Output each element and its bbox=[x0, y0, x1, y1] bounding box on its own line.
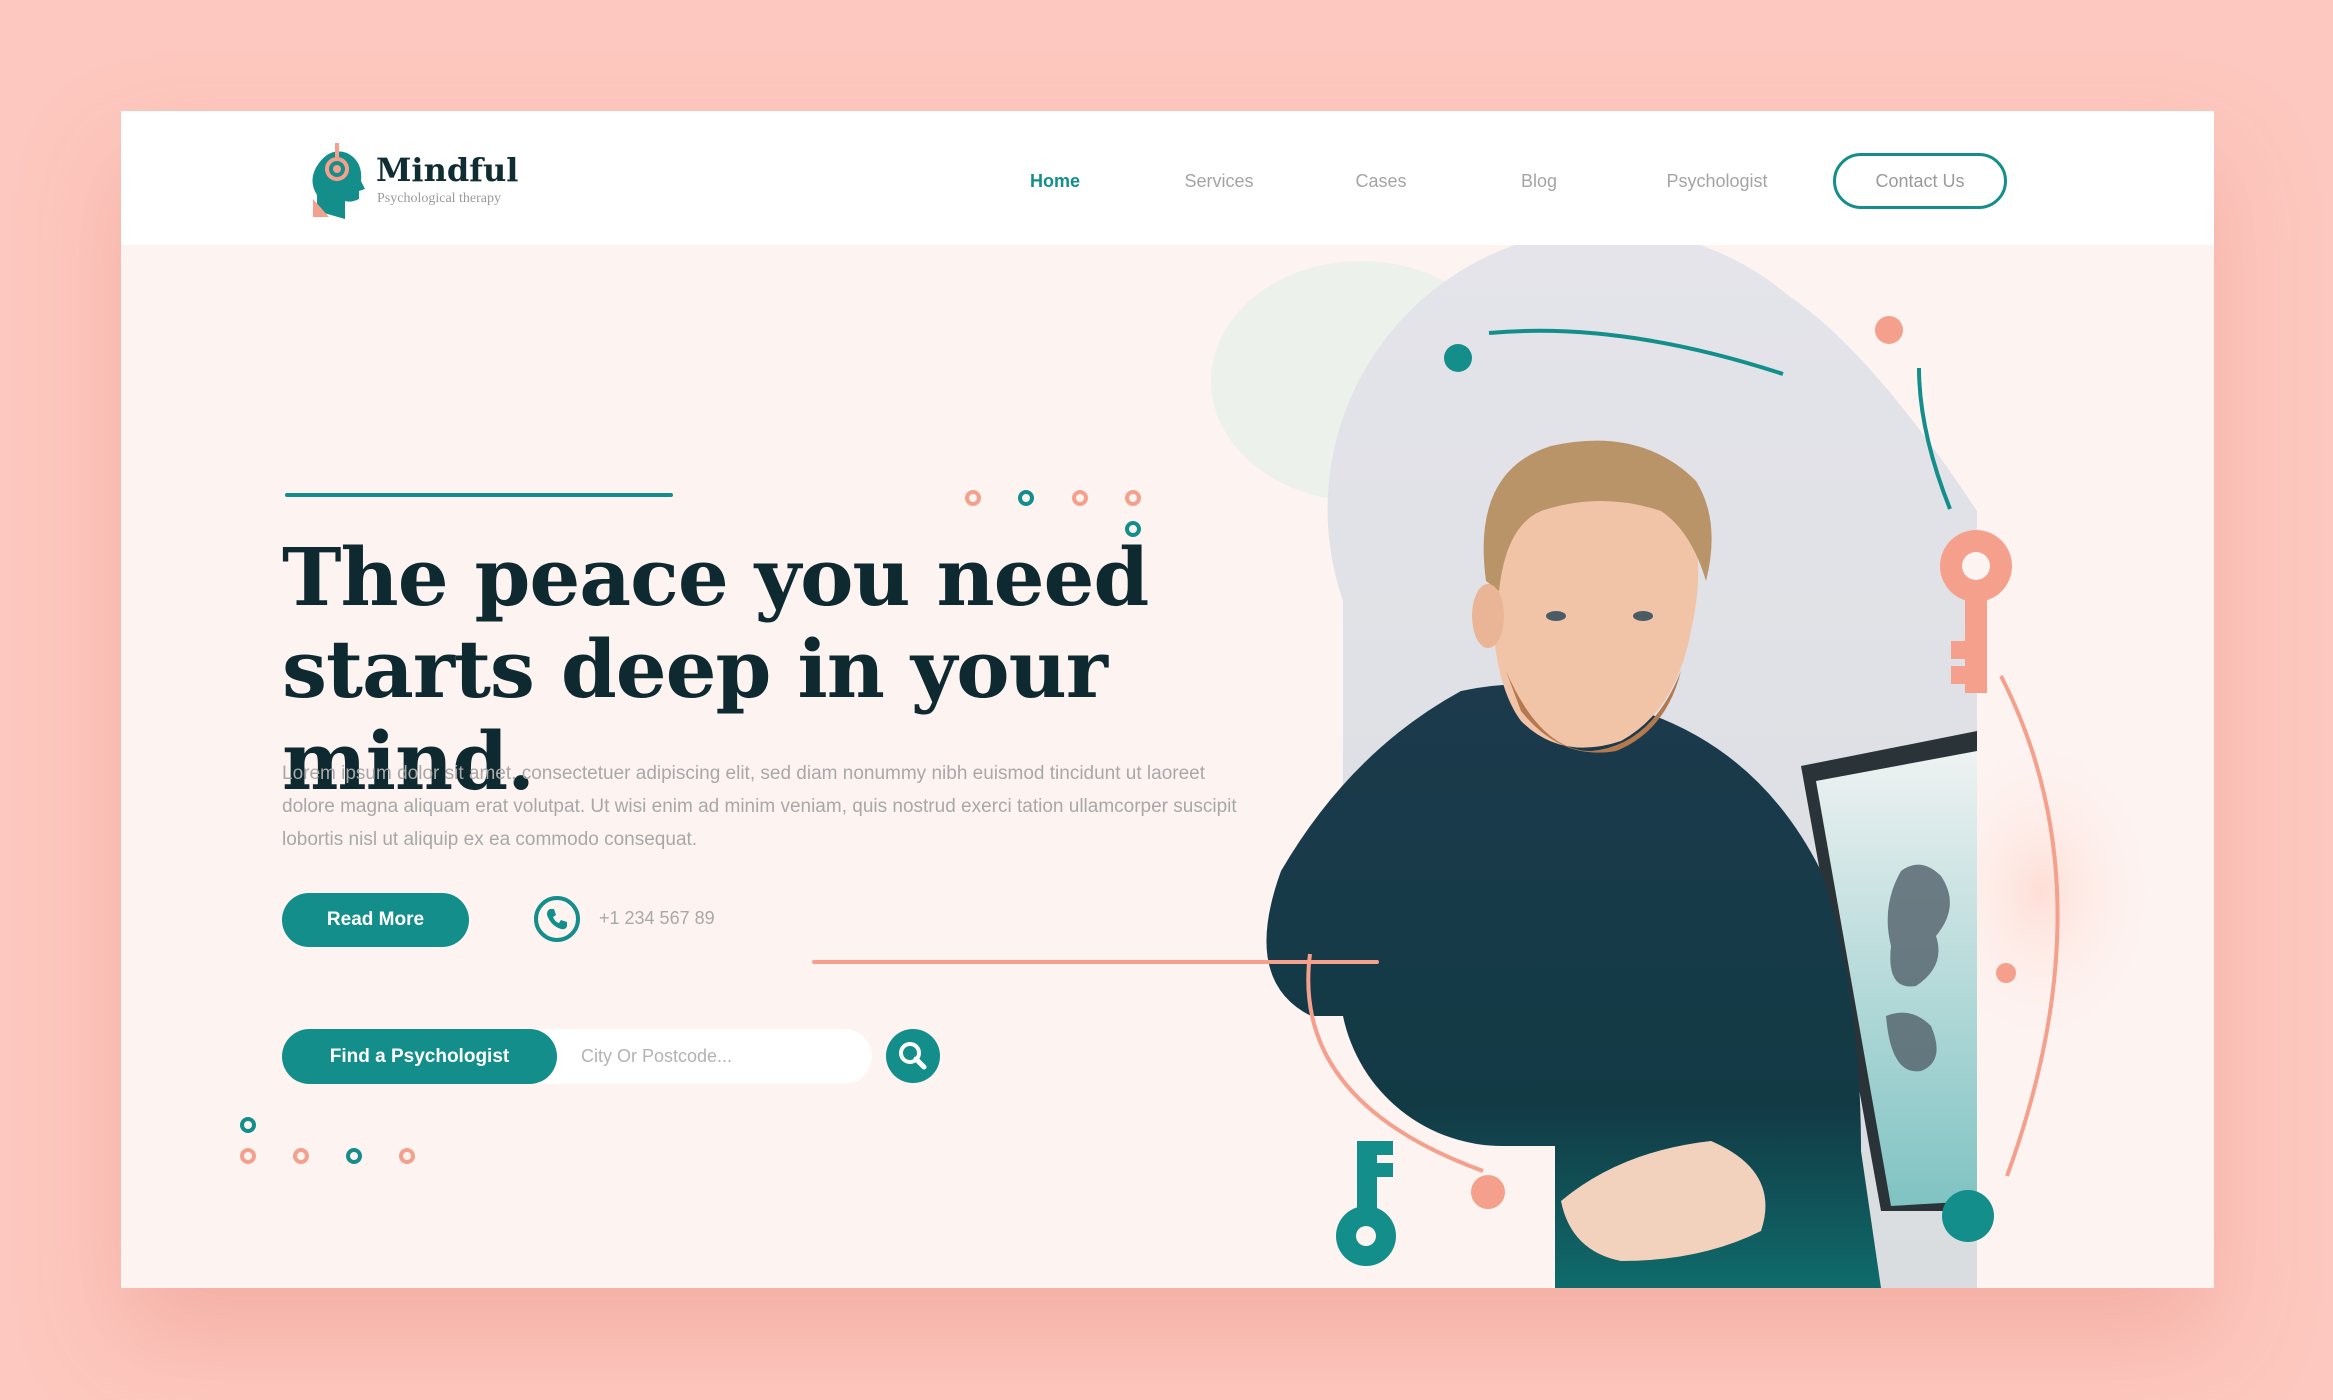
contact-us-button[interactable]: Contact Us bbox=[1833, 153, 2007, 209]
search-button[interactable] bbox=[885, 1028, 941, 1084]
phone-number[interactable]: +1 234 567 89 bbox=[599, 908, 715, 929]
logo[interactable]: Mindful Psychological therapy bbox=[311, 139, 541, 219]
nav-services[interactable]: Services bbox=[1184, 171, 1253, 192]
phone-icon[interactable] bbox=[533, 895, 581, 943]
headline-line-1: The peace you need bbox=[282, 530, 1149, 624]
decorative-rings bbox=[965, 490, 1141, 537]
decorative-rings bbox=[240, 1117, 415, 1164]
nav-blog[interactable]: Blog bbox=[1521, 171, 1557, 192]
brand-tagline: Psychological therapy bbox=[377, 191, 502, 206]
nav-home[interactable]: Home bbox=[1030, 171, 1080, 192]
nav-psychologist[interactable]: Psychologist bbox=[1666, 171, 1767, 192]
psychologist-photo bbox=[1266, 229, 1977, 1288]
site-header: Mindful Psychological therapy Home Servi… bbox=[121, 111, 2214, 245]
read-more-button[interactable]: Read More bbox=[282, 893, 469, 947]
city-postcode-input[interactable] bbox=[527, 1029, 872, 1084]
hero-body-text: Lorem ipsum dolor sit amet, consectetuer… bbox=[282, 763, 1237, 850]
landing-page: Mindful Psychological therapy Home Servi… bbox=[121, 111, 2214, 1288]
find-psychologist-button[interactable]: Find a Psychologist bbox=[282, 1029, 557, 1084]
head-lotus-icon bbox=[312, 143, 365, 219]
nav-cases[interactable]: Cases bbox=[1355, 171, 1406, 192]
brand-name: Mindful bbox=[376, 151, 519, 189]
